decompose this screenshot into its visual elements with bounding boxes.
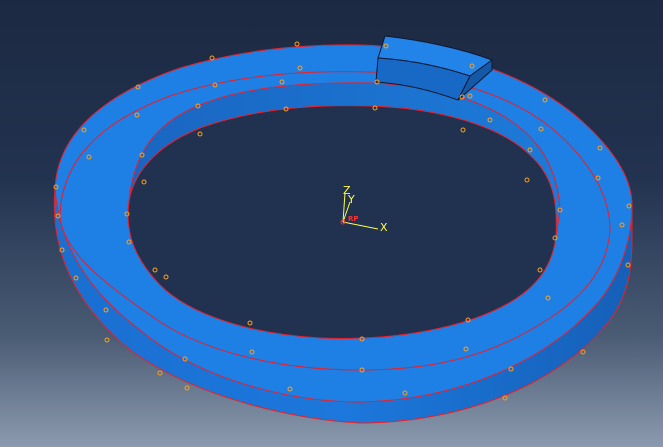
mesh-node <box>502 395 508 401</box>
ring-inner-hole <box>128 105 557 339</box>
mesh-node <box>580 349 586 355</box>
mesh-node <box>184 385 190 391</box>
mesh-node <box>157 370 163 376</box>
model-viewport[interactable]: Z Y X RP <box>0 0 663 447</box>
model-canvas[interactable]: Z Y X RP <box>0 0 663 447</box>
reference-point-label: RP <box>348 215 359 223</box>
mesh-node <box>104 337 110 343</box>
mesh-node <box>294 41 300 47</box>
triad-y-label: Y <box>347 193 355 206</box>
triad-x-label: X <box>380 221 388 234</box>
